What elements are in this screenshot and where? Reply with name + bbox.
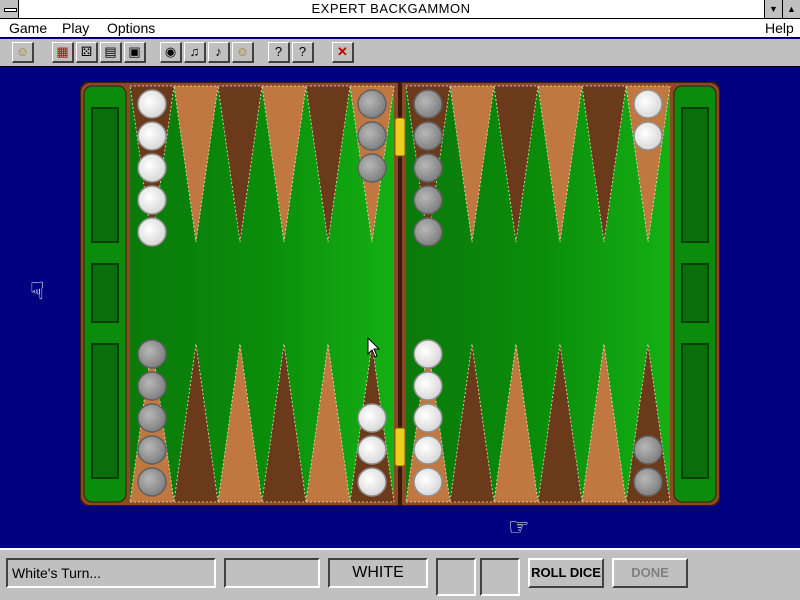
- gray-checker[interactable]: [633, 435, 663, 465]
- gray-checker[interactable]: [633, 467, 663, 497]
- menu-options[interactable]: Options: [107, 20, 155, 36]
- white-checker[interactable]: [137, 185, 167, 215]
- maximize-button[interactable]: ▲: [782, 0, 800, 18]
- gray-checker[interactable]: [137, 403, 167, 433]
- photo-icon[interactable]: ▣: [124, 42, 146, 63]
- gray-checker[interactable]: [357, 153, 387, 183]
- gray-checker[interactable]: [137, 371, 167, 401]
- eye-icon[interactable]: ◉: [160, 42, 182, 63]
- die-1: [436, 558, 476, 596]
- board-pattern-icon[interactable]: ▦: [52, 42, 74, 63]
- gray-checker[interactable]: [413, 89, 443, 119]
- mouse-cursor-icon: [367, 337, 381, 358]
- gray-checker[interactable]: [357, 89, 387, 119]
- toolbar: ☺ ▦ ⚄ ▤ ▣ ◉ ♫ ♪ ☺?? ✕: [0, 39, 800, 67]
- hinge-icon: [394, 427, 406, 467]
- white-checker[interactable]: [413, 403, 443, 433]
- white-checker[interactable]: [357, 435, 387, 465]
- smiley-icon[interactable]: ☺: [12, 42, 34, 63]
- gray-checker[interactable]: [357, 121, 387, 151]
- context-help-icon[interactable]: ?: [292, 42, 314, 63]
- current-player: WHITE: [328, 558, 428, 588]
- white-checker[interactable]: [633, 89, 663, 119]
- die-2: [480, 558, 520, 596]
- minimize-button[interactable]: ▼: [764, 0, 782, 18]
- gray-checker[interactable]: [413, 185, 443, 215]
- dice-icon[interactable]: ⚄: [76, 42, 98, 63]
- white-checker[interactable]: [633, 121, 663, 151]
- left-board-half: [130, 86, 394, 502]
- white-checker[interactable]: [413, 467, 443, 497]
- menu-game[interactable]: Game: [9, 20, 47, 36]
- right-bearoff-tray-middle: [681, 263, 709, 323]
- speaker-icon[interactable]: ♫: [184, 42, 206, 63]
- white-checker[interactable]: [413, 435, 443, 465]
- cards-icon[interactable]: ▤: [100, 42, 122, 63]
- coin-icon[interactable]: ☺: [232, 42, 254, 63]
- white-checker[interactable]: [413, 371, 443, 401]
- menu-play[interactable]: Play: [62, 20, 89, 36]
- white-checker[interactable]: [413, 339, 443, 369]
- white-checker[interactable]: [137, 89, 167, 119]
- hinge-icon: [394, 117, 406, 157]
- white-checker[interactable]: [137, 217, 167, 247]
- status-message: White's Turn...: [6, 558, 216, 588]
- right-bearoff-tray-upper: [681, 107, 709, 243]
- menu-help[interactable]: Help: [765, 20, 794, 36]
- status-secondary: [224, 558, 320, 588]
- backgammon-board[interactable]: [80, 82, 720, 506]
- gray-checker[interactable]: [413, 217, 443, 247]
- music-note-icon[interactable]: ♪: [208, 42, 230, 63]
- roll-dice-button[interactable]: ROLL DICE: [528, 558, 604, 588]
- right-bearoff-tray-lower: [681, 343, 709, 479]
- window-title: EXPERT BACKGAMMON: [311, 1, 471, 16]
- left-bearoff-tray-middle: [91, 263, 119, 323]
- done-button[interactable]: DONE: [612, 558, 688, 588]
- title-bar: EXPERT BACKGAMMON ▼ ▲: [0, 0, 800, 19]
- menu-bar: Game Play Options Help: [0, 19, 800, 38]
- gray-checker[interactable]: [137, 339, 167, 369]
- left-bearoff-tray-lower: [91, 343, 119, 479]
- gray-checker[interactable]: [137, 435, 167, 465]
- left-bearoff-tray-upper: [91, 107, 119, 243]
- white-checker[interactable]: [357, 403, 387, 433]
- right-board-half: [406, 86, 670, 502]
- close-icon[interactable]: ✕: [332, 42, 354, 63]
- white-checker[interactable]: [137, 153, 167, 183]
- white-checker[interactable]: [357, 467, 387, 497]
- gray-checker[interactable]: [137, 467, 167, 497]
- status-bar: White's Turn... WHITE ROLL DICE DONE: [0, 548, 800, 600]
- app-window: EXPERT BACKGAMMON ▼ ▲ Game Play Options …: [0, 0, 800, 600]
- gray-checker[interactable]: [413, 153, 443, 183]
- system-menu-button[interactable]: [0, 0, 19, 18]
- white-checker[interactable]: [137, 121, 167, 151]
- help-icon[interactable]: ?: [268, 42, 290, 63]
- pointing-hand-icon: ☞: [508, 514, 530, 541]
- pointing-hand-icon: ☟: [30, 278, 45, 305]
- gray-checker[interactable]: [413, 121, 443, 151]
